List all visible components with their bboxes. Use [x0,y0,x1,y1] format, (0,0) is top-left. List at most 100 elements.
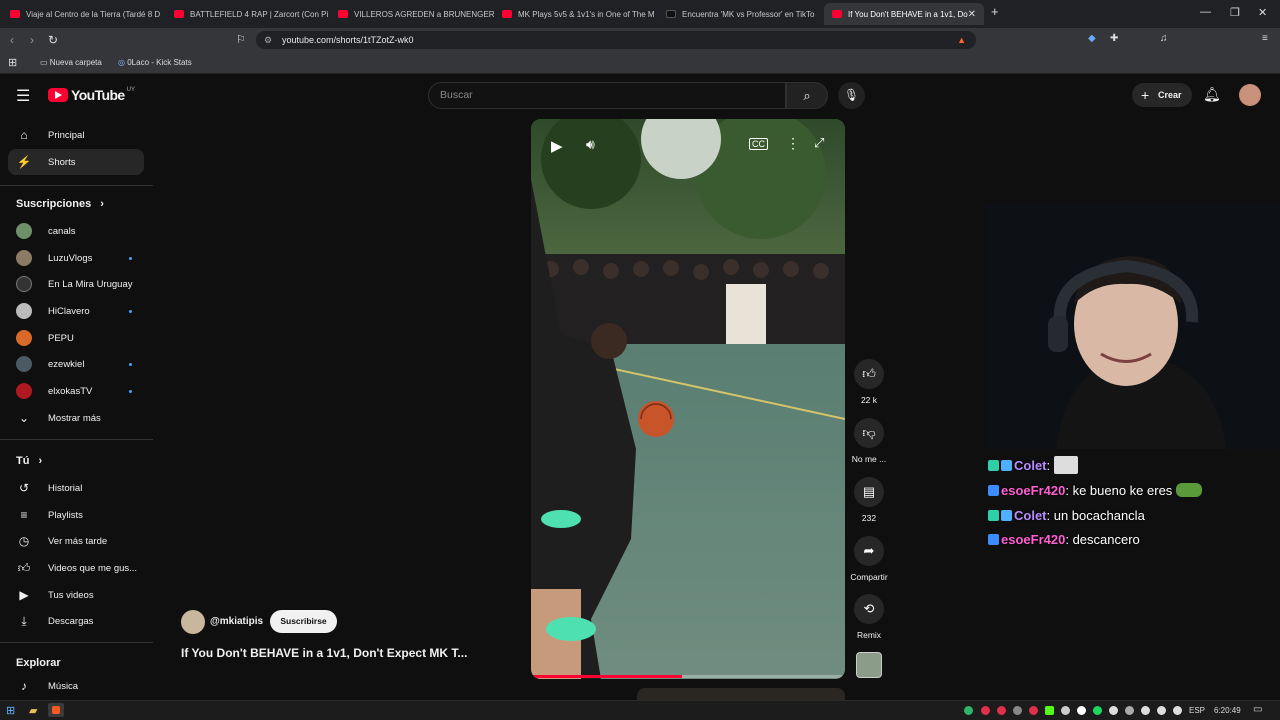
create-button[interactable]: + Crear [1132,83,1192,107]
tray-app-icon[interactable] [1077,706,1086,715]
extension-icon[interactable]: ◆ [1088,33,1096,44]
remix-button[interactable]: ⟲ Remix [853,594,885,640]
play-icon[interactable]: ▶ [551,137,563,155]
tray-app-icon[interactable] [964,706,973,715]
sidebar-item-downloads[interactable]: ⤓ Descargas [8,608,144,634]
file-explorer-icon[interactable]: ▰ [29,704,37,717]
restore-button[interactable]: ❐ [1230,6,1240,19]
plus-icon: + [1141,87,1150,103]
youtube-logo-icon [48,88,68,102]
browser-tab[interactable]: BATTLEFIELD 4 RAP | Zarcort (Con Pi [166,3,330,25]
site-info-icon[interactable]: ⚙ [264,31,272,49]
brave-taskbar-icon[interactable] [48,703,64,717]
sidebar-item-watch-later[interactable]: ◷ Ver más tarde [8,528,144,554]
puzzle-icon[interactable]: ✚ [1110,33,1118,44]
voice-search-button[interactable]: 🎙 [838,82,865,109]
sidebar-item-playlists[interactable]: ≡ Playlists [8,502,144,528]
notifications-icon[interactable]: ▭ [1253,704,1262,715]
fullscreen-icon[interactable]: ⤢ [814,135,824,151]
back-icon[interactable]: ‹ [10,33,14,47]
channel-avatar [16,330,32,346]
hamburger-menu-icon[interactable]: ☰ [16,86,30,106]
sidebar-item-principal[interactable]: ⌂ Principal [8,122,144,148]
chat-message: esoeFr420: ke bueno ke eres [988,483,1202,498]
gift-badge-icon [1001,510,1012,521]
bookmark-icon[interactable]: ⚐ [236,33,246,46]
short-title[interactable]: If You Don't BEHAVE in a 1v1, Don't Expe… [181,646,467,660]
sidebar-subscription[interactable]: elxokasTV [8,378,144,404]
browser-tab-active[interactable]: If You Don't BEHAVE in a 1v1, Do ✕ [824,3,984,25]
progress-track[interactable] [531,675,845,678]
browser-tab[interactable]: MK Plays 5v5 & 1v1's in One of The M [494,3,658,25]
menu-icon[interactable]: ≡ [1262,33,1268,44]
sidebar-subscription[interactable]: ezewkiel [8,351,144,377]
wifi-icon[interactable] [1141,706,1150,715]
show-more-button[interactable]: ⌄ Mostrar más [8,405,144,431]
like-button[interactable]: 👍︎ 22 k [853,359,885,405]
notifications-bell-icon[interactable]: 🔔︎ [1203,86,1221,103]
sidebar-subscription[interactable]: HiClavero [8,298,144,324]
tray-app-icon[interactable] [1109,706,1118,715]
captions-icon[interactable]: CC [749,138,768,150]
tray-app-icon[interactable] [1029,706,1038,715]
clock[interactable]: 6:20:49 [1214,706,1241,715]
minimize-button[interactable]: — [1200,6,1211,18]
sidebar-subscription[interactable]: En La Mira Uruguay [8,271,144,297]
youtube-icon [10,10,20,18]
sidebar-item-liked-videos[interactable]: 👍︎ Videos que me gus... [8,555,144,581]
more-options-icon[interactable]: ⋮ [786,135,800,152]
browser-tab[interactable]: VILLEROS AGREDEN a BRUNENGER y [330,3,494,25]
share-button[interactable]: ➦ Compartir [850,536,888,582]
bookmark-kick-stats[interactable]: ◎ 0Laco - Kick Stats [118,58,192,67]
channel-handle[interactable]: @mkiatipis [210,616,263,627]
search-input[interactable]: Buscar [428,82,786,109]
url-field[interactable]: ⚙ youtube.com/shorts/1tTZotZ-wk0 ▲ [256,31,976,49]
windows-start-icon[interactable]: ⊞ [6,704,15,717]
close-window-button[interactable]: ✕ [1258,6,1267,19]
spotify-tray-icon[interactable] [1093,706,1102,715]
you-heading[interactable]: Tú › [16,455,42,467]
sidebar-subscription[interactable]: LuzuVlogs [8,245,144,271]
battery-icon[interactable] [1173,706,1182,715]
sidebar-subscription[interactable]: canals [8,218,144,244]
sidebar-item-your-videos[interactable]: ▶ Tus videos [8,582,144,608]
bookmark-folder[interactable]: ▭ Nueva carpeta [40,58,102,67]
forward-icon[interactable]: › [30,33,34,47]
sound-thumbnail[interactable] [856,652,882,678]
search-icon: ⌕ [803,88,811,103]
new-tab-button[interactable]: + [991,4,999,19]
volume-icon[interactable]: 🔊︎ [586,136,595,153]
tray-app-icon[interactable] [997,706,1006,715]
music-icon[interactable]: ♫ [1160,33,1168,44]
tray-app-icon[interactable] [1061,706,1070,715]
sidebar-item-history[interactable]: ↺ Historial [8,475,144,501]
language-indicator[interactable]: ESP [1189,706,1205,715]
browser-tab[interactable]: Encuentra 'MK vs Professor' en TikTo [658,3,822,25]
comments-button[interactable]: ▤ 232 [853,477,885,523]
tray-app-icon[interactable] [1125,706,1134,715]
brave-shield-icon[interactable]: ▲ [957,31,966,49]
browser-tab[interactable]: Viaje al Centro de la Tierra (Tardé 8 D [2,3,166,25]
comment-icon: ▤ [854,477,884,507]
channel-avatar [16,356,32,372]
tray-app-icon[interactable] [1013,706,1022,715]
dislike-button[interactable]: 👎︎ No me ... [852,418,886,464]
sidebar-item-music[interactable]: ♪ Música [8,673,144,699]
close-tab-icon[interactable]: ✕ [968,9,976,20]
subscriptions-heading[interactable]: Suscripciones › [16,198,104,210]
youtube-logo[interactable]: YouTube UY [48,87,135,103]
account-avatar[interactable] [1239,84,1261,106]
subscribe-button[interactable]: Suscribirse [270,610,337,633]
reload-icon[interactable]: ↻ [48,33,58,47]
next-short-preview[interactable] [637,688,845,700]
sidebar-item-shorts[interactable]: ⚡ Shorts [8,149,144,175]
tray-app-icon[interactable] [981,706,990,715]
short-video-player[interactable]: ▶ 🔊︎ CC ⋮ ⤢ [531,119,845,679]
gift-badge-icon [1001,460,1012,471]
search-button[interactable]: ⌕ [786,82,828,109]
apps-icon[interactable]: ⊞ [8,56,17,69]
sidebar-subscription[interactable]: PEPU [8,325,144,351]
channel-avatar[interactable] [181,610,205,634]
kick-tray-icon[interactable] [1045,706,1054,715]
volume-tray-icon[interactable] [1157,706,1166,715]
